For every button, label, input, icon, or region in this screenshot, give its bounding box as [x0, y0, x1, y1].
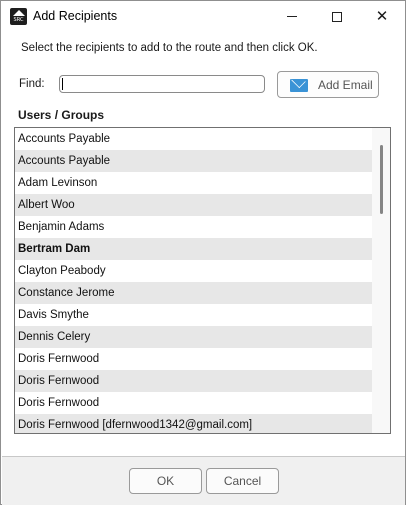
users-groups-header: Users / Groups	[18, 108, 105, 122]
app-logo-text: SRC	[13, 17, 24, 23]
users-groups-list[interactable]: Accounts Payable Accounts Payable Adam Lev…	[14, 127, 391, 434]
list-item[interactable]: Doris Fernwood	[15, 348, 372, 370]
mail-icon	[290, 79, 308, 92]
add-recipients-dialog: SRC Add Recipients ✕ Select the recipien…	[0, 0, 406, 505]
list-item[interactable]: Doris Fernwood [dfernwood1342@gmail.com]	[15, 414, 372, 433]
close-icon: ✕	[375, 7, 389, 25]
scrollbar-thumb[interactable]	[380, 145, 383, 214]
find-label: Find:	[19, 78, 45, 90]
maximize-icon	[332, 11, 342, 22]
text-caret	[62, 78, 63, 90]
list-item[interactable]: Clayton Peabody	[15, 260, 372, 282]
instruction-text: Select the recipients to add to the rout…	[21, 42, 318, 54]
list-item[interactable]: Accounts Payable	[15, 128, 372, 150]
list-scrollbar[interactable]	[372, 128, 390, 433]
list-item[interactable]: Doris Fernwood	[15, 392, 372, 414]
minimize-icon	[287, 16, 297, 17]
list-item[interactable]: Dennis Celery	[15, 326, 372, 348]
ok-button[interactable]: OK	[129, 468, 202, 494]
add-email-label: Add Email	[318, 78, 373, 92]
title-bar[interactable]: SRC Add Recipients ✕	[1, 1, 405, 32]
dialog-footer	[2, 457, 405, 505]
minimize-button[interactable]	[269, 1, 315, 32]
cancel-button[interactable]: Cancel	[206, 468, 279, 494]
maximize-button[interactable]	[314, 1, 360, 32]
app-logo-roof	[12, 10, 25, 16]
mail-icon-flap	[291, 79, 306, 89]
list-item[interactable]: Benjamin Adams	[15, 216, 372, 238]
list-item[interactable]: Albert Woo	[15, 194, 372, 216]
users-groups-rows: Accounts Payable Accounts Payable Adam Lev…	[15, 128, 372, 433]
list-item[interactable]: Constance Jerome	[15, 282, 372, 304]
app-logo-icon: SRC	[10, 8, 27, 25]
list-item[interactable]: Accounts Payable	[15, 150, 372, 172]
window-title: Add Recipients	[33, 9, 118, 23]
find-input[interactable]	[59, 75, 265, 93]
list-item[interactable]: Doris Fernwood	[15, 370, 372, 392]
list-item[interactable]: Davis Smythe	[15, 304, 372, 326]
add-email-button[interactable]: Add Email	[277, 71, 379, 98]
close-button[interactable]: ✕	[359, 1, 405, 32]
list-item-group[interactable]: Bertram Dam	[15, 238, 372, 260]
list-item[interactable]: Adam Levinson	[15, 172, 372, 194]
